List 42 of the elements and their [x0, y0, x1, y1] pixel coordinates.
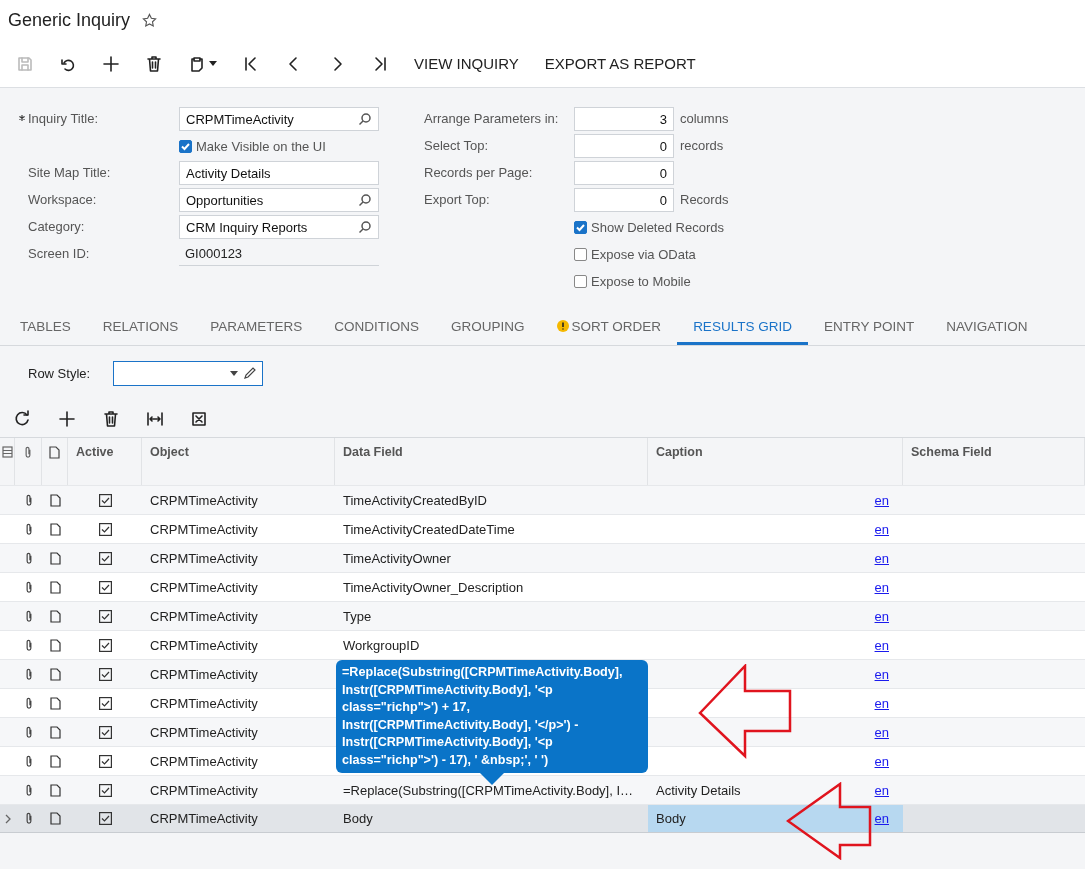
table-cell: TimeActivityOwner_Description	[343, 579, 524, 595]
tooltip: =Replace(Substring([CRPMTimeActivity.Body], Instr([CRPMTimeActivity.Body], '<p class="richp">') + 17, Instr([CRPMTimeActivity.Body], '</p>') - Instr([CRPMTimeActivity.Body], '<p class="richp">') - 17), ' &nbsp;', ' ')	[336, 660, 648, 785]
table-cell: CRPMTimeActivity	[150, 608, 258, 624]
table-cell: CRPMTimeActivity	[150, 811, 258, 826]
unit-label: columns	[680, 111, 729, 126]
table-cell: CRPMTimeActivity	[150, 666, 258, 682]
table-cell: WorkgroupID	[343, 637, 420, 653]
checkbox-label: Expose via OData	[591, 246, 696, 262]
checkbox-label: Make Visible on the UI	[196, 138, 326, 154]
page-title: Generic Inquiry	[8, 9, 131, 31]
table-cell: CRPMTimeActivity	[150, 637, 258, 653]
unit-label: Records	[680, 192, 729, 207]
field-label: Select Top:	[424, 138, 489, 153]
table-cell: TimeActivityCreatedByID	[343, 492, 487, 508]
table-cell: CRPMTimeActivity	[150, 521, 258, 537]
table-cell: Body	[343, 811, 373, 826]
table-cell: TimeActivityOwner	[343, 550, 451, 566]
table-cell: CRPMTimeActivity	[150, 550, 258, 566]
table-cell: Activity Details	[656, 782, 741, 798]
field-label: Arrange Parameters in:	[424, 111, 559, 126]
field-label: Row Style:	[28, 365, 91, 381]
unit-label: records	[680, 138, 724, 153]
table-cell: CRPMTimeActivity	[150, 753, 258, 769]
table-cell: CRPMTimeActivity	[150, 724, 258, 740]
field-label: Export Top:	[424, 192, 490, 207]
read-only-field: GI000123	[179, 242, 379, 266]
field-label: Inquiry Title:	[28, 111, 99, 126]
checkbox-label: Expose to Mobile	[591, 273, 691, 289]
table-cell: TimeActivityCreatedDateTime	[343, 521, 515, 537]
table-cell: Type	[343, 608, 372, 624]
table-cell: =Replace(Substring([CRPMTimeActivity.Body], I…	[343, 782, 634, 798]
field-label: Site Map Title:	[28, 165, 111, 180]
table-cell: CRPMTimeActivity	[150, 695, 258, 711]
table-cell: CRPMTimeActivity	[150, 492, 258, 508]
table-cell: Body	[656, 811, 686, 826]
field-label: Screen ID:	[28, 246, 90, 261]
field-label: Category:	[28, 219, 85, 234]
field-label: Records per Page:	[424, 165, 533, 180]
table-cell: CRPMTimeActivity	[150, 579, 258, 595]
field-label: Workspace:	[28, 192, 97, 207]
table-cell: CRPMTimeActivity	[150, 782, 258, 798]
checkbox-label: Show Deleted Records	[591, 219, 724, 235]
